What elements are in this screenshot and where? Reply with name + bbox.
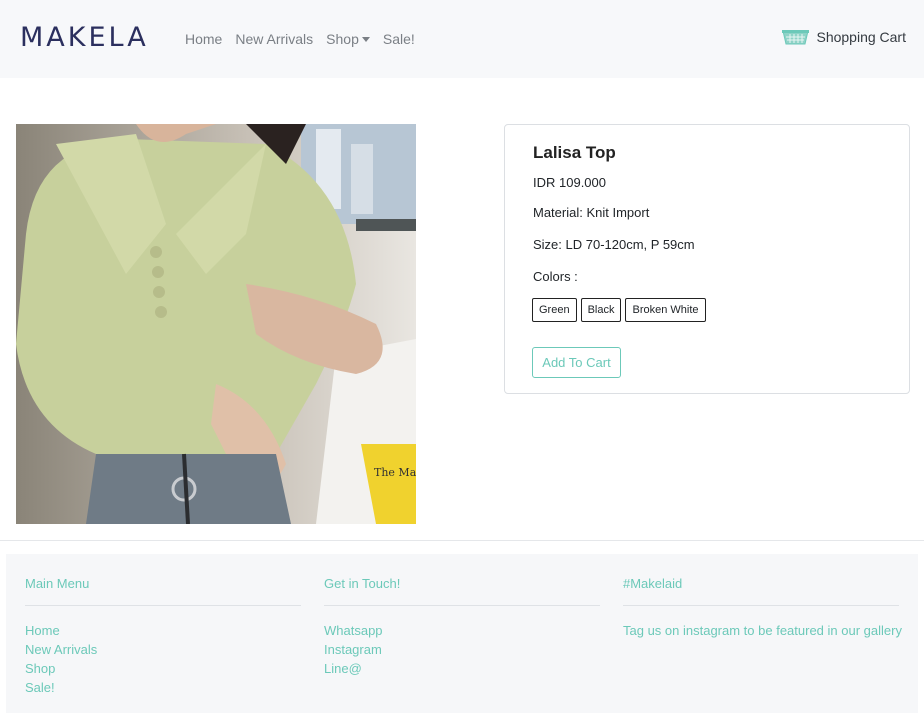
shopping-cart-label: Shopping Cart <box>816 28 906 45</box>
product-title: Lalisa Top <box>533 143 616 162</box>
nav-links: Home New Arrivals Shop Sale! <box>185 31 428 47</box>
footer-social-text: Tag us on instagram to be featured in ou… <box>623 623 902 638</box>
footer: Main Menu Home New Arrivals Shop Sale! G… <box>6 554 918 713</box>
add-to-cart-button[interactable]: Add To Cart <box>532 347 621 378</box>
footer-link-line[interactable]: Line@ <box>324 659 383 678</box>
footer-link-whatsapp[interactable]: Whatsapp <box>324 621 383 640</box>
footer-link-home[interactable]: Home <box>25 621 97 640</box>
navbar: MAKELA Home New Arrivals Shop Sale! Shop… <box>0 0 924 78</box>
product-size: Size: LD 70-120cm, P 59cm <box>533 237 695 252</box>
section-divider <box>0 540 924 541</box>
footer-link-instagram[interactable]: Instagram <box>324 640 383 659</box>
color-options: Green Black Broken White <box>532 298 706 322</box>
bag-print-text: The Ma Guide Bette <box>374 466 416 479</box>
product-material: Material: Knit Import <box>533 205 650 220</box>
footer-link-shop[interactable]: Shop <box>25 659 97 678</box>
color-option-broken-white[interactable]: Broken White <box>625 298 706 322</box>
brand-logo[interactable]: MAKELA <box>20 22 149 53</box>
footer-divider <box>623 605 899 606</box>
footer-divider <box>25 605 301 606</box>
nav-home[interactable]: Home <box>185 31 222 47</box>
footer-divider <box>324 605 600 606</box>
shopping-cart-link[interactable]: Shopping Cart <box>782 27 906 46</box>
product-image: The Ma Guide Bette <box>16 124 416 524</box>
product-details-card: Lalisa Top IDR 109.000 Material: Knit Im… <box>504 124 910 394</box>
color-option-black[interactable]: Black <box>580 298 622 322</box>
footer-contact-title: Get in Touch! <box>324 576 401 591</box>
product-price: IDR 109.000 <box>533 175 606 190</box>
nav-new-arrivals[interactable]: New Arrivals <box>235 31 313 47</box>
footer-social-title: #Makelaid <box>623 576 683 591</box>
colors-label: Colors : <box>533 269 578 284</box>
shopping-basket-icon <box>782 30 810 45</box>
footer-link-new-arrivals[interactable]: New Arrivals <box>25 640 97 659</box>
nav-sale[interactable]: Sale! <box>383 31 415 47</box>
nav-shop-dropdown[interactable]: Shop <box>326 31 370 47</box>
nav-shop-label: Shop <box>326 31 359 47</box>
footer-main-menu-title: Main Menu <box>25 576 90 591</box>
footer-link-sale[interactable]: Sale! <box>25 678 97 697</box>
color-option-green[interactable]: Green <box>532 298 577 322</box>
caret-down-icon <box>361 36 370 42</box>
